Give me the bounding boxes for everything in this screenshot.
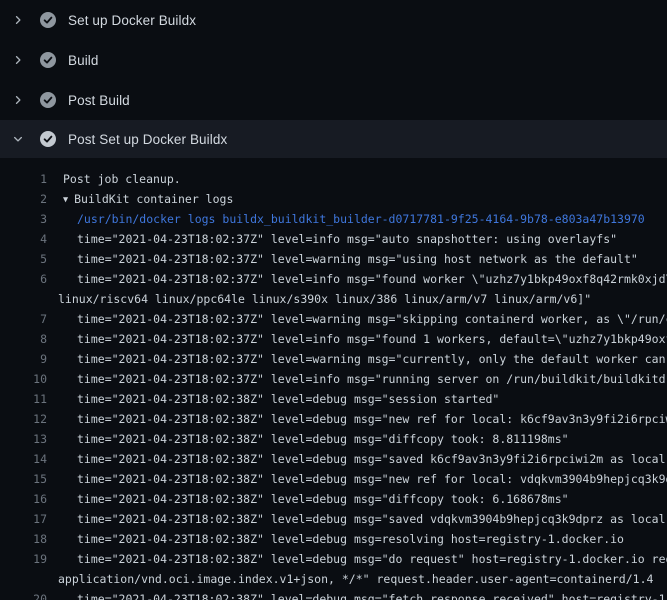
- step-label: Set up Docker Buildx: [68, 13, 196, 28]
- log-line: 1 Post job cleanup.: [0, 169, 667, 189]
- line-number[interactable]: 17: [0, 509, 47, 529]
- log-line-text: time="2021-04-23T18:02:38Z" level=debug …: [58, 509, 667, 529]
- log-line: 16 time="2021-04-23T18:02:38Z" level=deb…: [0, 489, 667, 509]
- chevron-right-icon: [10, 92, 26, 108]
- log-line-text: time="2021-04-23T18:02:38Z" level=debug …: [58, 409, 667, 429]
- log-line-text: time="2021-04-23T18:02:38Z" level=debug …: [58, 549, 667, 569]
- log-line: 6 time="2021-04-23T18:02:37Z" level=info…: [0, 269, 667, 289]
- triangle-down-icon[interactable]: ▼: [63, 190, 68, 210]
- log-line: 5 time="2021-04-23T18:02:37Z" level=warn…: [0, 249, 667, 269]
- line-number[interactable]: 1: [0, 169, 47, 189]
- log-line-text: ▼BuildKit container logs: [58, 189, 233, 209]
- step-row-set-up-docker-buildx[interactable]: Set up Docker Buildx: [0, 0, 667, 40]
- log-line-text: time="2021-04-23T18:02:38Z" level=debug …: [58, 469, 667, 489]
- line-number[interactable]: 18: [0, 529, 47, 549]
- line-number[interactable]: 12: [0, 409, 47, 429]
- log-line: 14 time="2021-04-23T18:02:38Z" level=deb…: [0, 449, 667, 469]
- actions-log-viewer: Set up Docker Buildx Build: [0, 0, 667, 600]
- line-number[interactable]: 13: [0, 429, 47, 449]
- log-line: 4 time="2021-04-23T18:02:37Z" level=info…: [0, 229, 667, 249]
- log-line-text: time="2021-04-23T18:02:38Z" level=debug …: [58, 529, 624, 549]
- log-line: 7 time="2021-04-23T18:02:37Z" level=warn…: [0, 309, 667, 329]
- line-number[interactable]: 10: [0, 369, 47, 389]
- line-number[interactable]: 14: [0, 449, 47, 469]
- chevron-right-icon: [10, 52, 26, 68]
- log-line: application/vnd.oci.image.index.v1+json,…: [0, 569, 667, 589]
- log-line-text: Post job cleanup.: [58, 169, 181, 189]
- log-line: 15 time="2021-04-23T18:02:38Z" level=deb…: [0, 469, 667, 489]
- log-line: 10 time="2021-04-23T18:02:37Z" level=inf…: [0, 369, 667, 389]
- log-line-text: linux/riscv64 linux/ppc64le linux/s390x …: [58, 289, 591, 309]
- steps-list: Set up Docker Buildx Build: [0, 0, 667, 158]
- line-number[interactable]: 6: [0, 269, 47, 289]
- log-line: 13 time="2021-04-23T18:02:38Z" level=deb…: [0, 429, 667, 449]
- log-line: 19 time="2021-04-23T18:02:38Z" level=deb…: [0, 549, 667, 569]
- log-line: 9 time="2021-04-23T18:02:37Z" level=warn…: [0, 349, 667, 369]
- log-line: linux/riscv64 linux/ppc64le linux/s390x …: [0, 289, 667, 309]
- log-line: 18 time="2021-04-23T18:02:38Z" level=deb…: [0, 529, 667, 549]
- line-number[interactable]: 4: [0, 229, 47, 249]
- check-circle-icon: [40, 12, 56, 28]
- log-line-text: time="2021-04-23T18:02:38Z" level=debug …: [58, 589, 667, 600]
- chevron-down-icon: [10, 131, 26, 147]
- log-line-text: application/vnd.oci.image.index.v1+json,…: [58, 569, 653, 589]
- log-line: 12 time="2021-04-23T18:02:38Z" level=deb…: [0, 409, 667, 429]
- log-line-text: time="2021-04-23T18:02:37Z" level=info m…: [58, 229, 617, 249]
- step-row-post-build[interactable]: Post Build: [0, 80, 667, 120]
- step-label: Post Build: [68, 93, 130, 108]
- line-number[interactable]: 20: [0, 589, 47, 600]
- log-line: 8 time="2021-04-23T18:02:37Z" level=info…: [0, 329, 667, 349]
- check-circle-icon: [40, 92, 56, 108]
- chevron-right-icon: [10, 12, 26, 28]
- log-line-text: time="2021-04-23T18:02:37Z" level=warnin…: [58, 249, 638, 269]
- log-line-text: time="2021-04-23T18:02:37Z" level=info m…: [58, 329, 667, 349]
- log-line: 3 /usr/bin/docker logs buildx_buildkit_b…: [0, 209, 667, 229]
- line-number[interactable]: 16: [0, 489, 47, 509]
- line-number[interactable]: [0, 569, 47, 589]
- line-number[interactable]: 9: [0, 349, 47, 369]
- step-label: Post Set up Docker Buildx: [68, 132, 227, 147]
- step-row-post-set-up-docker-buildx[interactable]: Post Set up Docker Buildx: [0, 120, 667, 158]
- line-number[interactable]: 5: [0, 249, 47, 269]
- log-line: 11 time="2021-04-23T18:02:38Z" level=deb…: [0, 389, 667, 409]
- log-line-text: time="2021-04-23T18:02:37Z" level=info m…: [58, 369, 667, 389]
- line-number[interactable]: 7: [0, 309, 47, 329]
- line-number[interactable]: 8: [0, 329, 47, 349]
- line-number[interactable]: 2: [0, 189, 47, 209]
- line-number[interactable]: 3: [0, 209, 47, 229]
- log-line-text: time="2021-04-23T18:02:37Z" level=info m…: [58, 269, 667, 289]
- log-line-text: time="2021-04-23T18:02:38Z" level=debug …: [58, 449, 667, 469]
- log-line-text: time="2021-04-23T18:02:38Z" level=debug …: [58, 489, 569, 509]
- line-number[interactable]: 11: [0, 389, 47, 409]
- step-row-build[interactable]: Build: [0, 40, 667, 80]
- log-output: 1 Post job cleanup. 2 ▼BuildKit containe…: [0, 158, 667, 600]
- log-line: 2 ▼BuildKit container logs: [0, 189, 667, 209]
- step-label: Build: [68, 53, 99, 68]
- check-circle-icon: [40, 52, 56, 68]
- log-line-text: /usr/bin/docker logs buildx_buildkit_bui…: [58, 209, 645, 229]
- log-line: 20 time="2021-04-23T18:02:38Z" level=deb…: [0, 589, 667, 600]
- log-line-text: time="2021-04-23T18:02:37Z" level=warnin…: [58, 309, 667, 329]
- log-line-text: time="2021-04-23T18:02:38Z" level=debug …: [58, 389, 499, 409]
- line-number[interactable]: [0, 289, 47, 309]
- log-line-text: time="2021-04-23T18:02:38Z" level=debug …: [58, 429, 569, 449]
- log-line: 17 time="2021-04-23T18:02:38Z" level=deb…: [0, 509, 667, 529]
- log-line-text: time="2021-04-23T18:02:37Z" level=warnin…: [58, 349, 667, 369]
- line-number[interactable]: 15: [0, 469, 47, 489]
- check-circle-icon: [40, 131, 56, 147]
- line-number[interactable]: 19: [0, 549, 47, 569]
